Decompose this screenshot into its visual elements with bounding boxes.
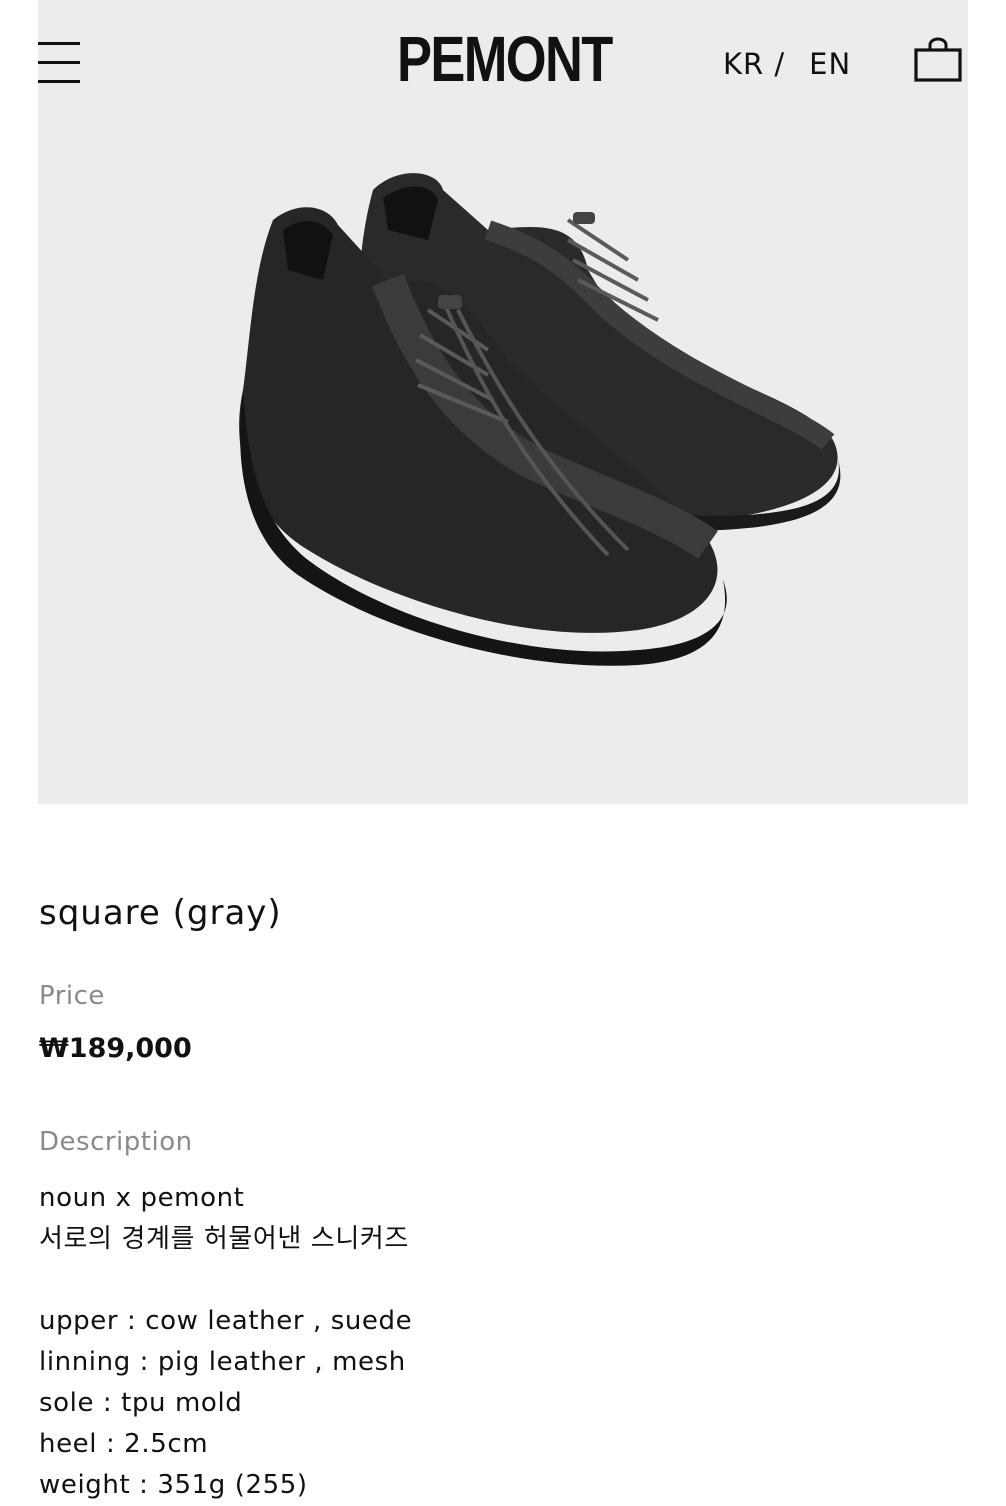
description-line-tagline: 서로의 경계를 허물어낸 스니커즈 — [39, 1224, 409, 1254]
product-hero-image-area: PEMONT KR / EN — [38, 0, 968, 804]
sneaker-pair-image — [239, 173, 841, 666]
price-label: Price — [39, 981, 105, 1011]
language-en-link[interactable]: EN — [809, 47, 851, 81]
brand-logo[interactable]: PEMONT — [397, 22, 613, 96]
price-value: ₩189,000 — [39, 1033, 192, 1064]
description-label: Description — [39, 1127, 193, 1157]
language-kr-link[interactable]: KR / — [723, 47, 785, 81]
description-line-upper: upper : cow leather , suede — [39, 1306, 413, 1336]
shopping-bag-icon[interactable] — [914, 36, 962, 84]
hamburger-menu-icon[interactable] — [38, 40, 80, 86]
product-title: square (gray) — [39, 893, 282, 933]
product-description: noun x pemont 서로의 경계를 허물어낸 스니커즈 upper : … — [39, 1178, 939, 1506]
description-line-collab: noun x pemont — [39, 1183, 245, 1213]
description-line-heel: heel : 2.5cm — [39, 1429, 209, 1459]
language-switcher: KR / EN — [723, 44, 851, 84]
description-spacer — [39, 1260, 939, 1301]
description-line-linning: linning : pig leather , mesh — [39, 1347, 406, 1377]
description-line-sole: sole : tpu mold — [39, 1388, 243, 1418]
